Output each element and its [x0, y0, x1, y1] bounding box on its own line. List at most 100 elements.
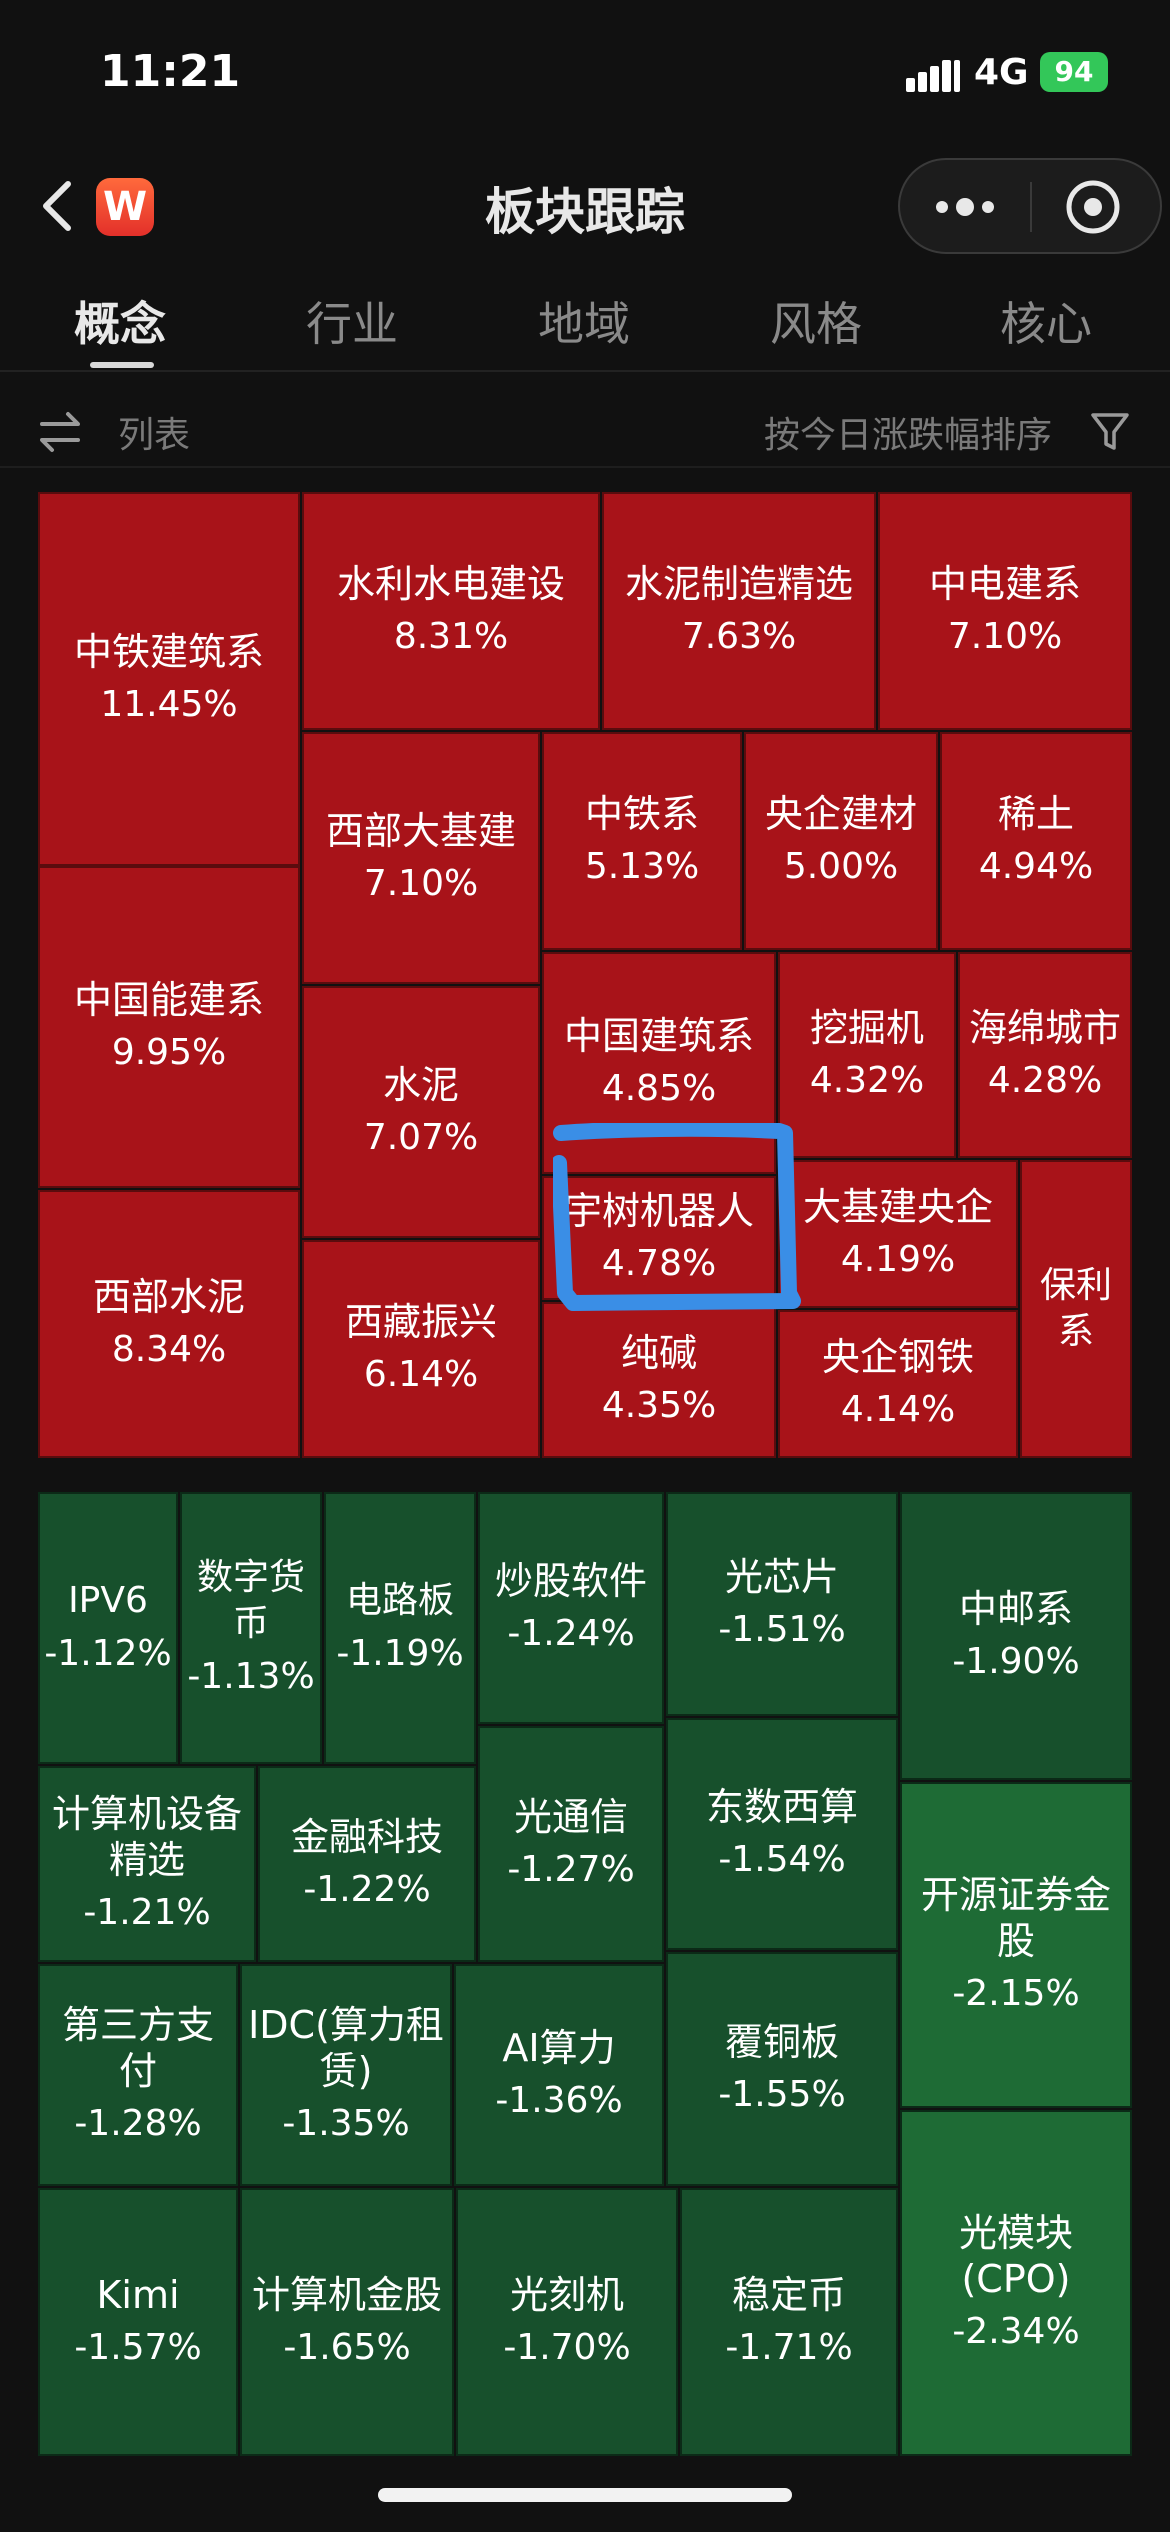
sector-name: 数字货币 [196, 1557, 305, 1644]
miniapp-capsule [898, 158, 1162, 254]
sector-name: 挖掘机 [809, 1006, 924, 1050]
sector-name: 计算机金股 [251, 2273, 442, 2317]
sector-change: -1.13% [187, 1656, 315, 1697]
sector-change: 4.28% [987, 1060, 1103, 1101]
sector-tile[interactable]: 海绵城市 4.28% [958, 952, 1132, 1158]
more-icon[interactable] [930, 192, 1000, 222]
sector-change: -1.24% [507, 1613, 635, 1654]
sector-change: 8.34% [111, 1329, 227, 1370]
sector-change: -1.65% [283, 2327, 411, 2368]
sector-change: -1.21% [83, 1892, 211, 1933]
sort-option[interactable]: 按今日涨跌幅排序 [764, 406, 1052, 458]
filter-icon[interactable] [1090, 410, 1130, 454]
sector-tile[interactable]: 东数西算 -1.54% [666, 1718, 898, 1950]
sector-tile-highlighted[interactable]: 宇树机器人 4.78% [542, 1176, 776, 1300]
tab-industry[interactable]: 行业 [306, 288, 398, 354]
sector-name: 光刻机 [509, 2273, 624, 2317]
sector-tile[interactable]: 纯碱 4.35% [542, 1302, 776, 1458]
sector-change: 7.07% [363, 1117, 479, 1158]
sector-tile[interactable]: 中国建筑系 4.85% [542, 952, 776, 1174]
close-miniapp-icon[interactable] [1064, 178, 1122, 236]
sector-tile[interactable]: 央企钢铁 4.14% [778, 1310, 1018, 1458]
sector-change: 11.45% [100, 684, 238, 725]
list-view-toggle[interactable]: 列表 [118, 406, 190, 458]
home-indicator[interactable] [378, 2488, 792, 2502]
sector-tile[interactable]: 西藏振兴 6.14% [302, 1240, 540, 1458]
sector-change: -1.51% [718, 1609, 846, 1650]
sector-tile[interactable]: Kimi -1.57% [38, 2188, 238, 2456]
sector-tile[interactable]: 光芯片 -1.51% [666, 1492, 898, 1716]
sector-name: 中国建筑系 [563, 1014, 754, 1058]
sector-tile[interactable]: 光模块(CPO) -2.34% [900, 2110, 1132, 2456]
sector-change: -1.90% [952, 1641, 1080, 1682]
sector-name: 开源证券金股 [920, 1873, 1111, 1963]
sector-name: 大基建央企 [802, 1185, 993, 1229]
tab-core[interactable]: 核心 [1000, 288, 1092, 354]
sector-tile[interactable]: 水泥制造精选 7.63% [602, 492, 876, 730]
sector-name: 东数西算 [705, 1785, 858, 1829]
sector-tile[interactable]: 中铁系 5.13% [542, 732, 742, 950]
tab-concept[interactable]: 概念 [74, 288, 166, 354]
sector-name: 第三方支付 [61, 2003, 214, 2093]
sector-change: -1.22% [303, 1869, 431, 1910]
sector-change: 4.85% [601, 1068, 717, 1109]
sector-name: 金融科技 [290, 1815, 443, 1859]
sector-name: 光模块(CPO) [958, 2211, 1073, 2301]
sector-change: 4.14% [840, 1389, 956, 1430]
sector-tile[interactable]: 中电建系 7.10% [878, 492, 1132, 730]
switch-view-icon[interactable] [38, 410, 82, 454]
tab-region[interactable]: 地域 [538, 288, 630, 354]
sector-tile[interactable]: 西部大基建 7.10% [302, 732, 540, 984]
sector-change: -1.71% [725, 2327, 853, 2368]
sector-tile[interactable]: 电路板 -1.19% [324, 1492, 476, 1764]
sector-tile[interactable]: 计算机设备精选 -1.21% [38, 1766, 256, 1962]
active-tab-indicator [90, 362, 154, 368]
sector-change: 4.94% [978, 846, 1094, 887]
sector-change: -2.15% [952, 1973, 1080, 2014]
sector-name: IDC(算力租赁) [248, 2003, 444, 2093]
sector-name: 水泥 [382, 1063, 459, 1107]
sector-tile[interactable]: 西部水泥 8.34% [38, 1190, 300, 1458]
sector-name: 保利系 [1039, 1265, 1112, 1352]
sector-tile[interactable]: 挖掘机 4.32% [778, 952, 956, 1158]
sector-tile[interactable]: 覆铜板 -1.55% [666, 1952, 898, 2186]
sector-tile[interactable]: IPV6 -1.12% [38, 1492, 178, 1764]
sector-tile[interactable]: 中邮系 -1.90% [900, 1492, 1132, 1780]
sector-change: -1.12% [44, 1633, 172, 1674]
sector-name: 中国能建系 [73, 978, 264, 1022]
sector-tile[interactable]: 保利系 [1020, 1160, 1132, 1458]
network-type: 4G [974, 52, 1029, 93]
sector-name: 炒股软件 [494, 1559, 647, 1603]
sector-tile[interactable]: AI算力 -1.36% [454, 1964, 664, 2186]
sector-tile[interactable]: IDC(算力租赁) -1.35% [240, 1964, 452, 2186]
sector-tile[interactable]: 第三方支付 -1.28% [38, 1964, 238, 2186]
sector-tile[interactable]: 稳定币 -1.71% [680, 2188, 898, 2456]
sector-tile[interactable]: 中铁建筑系 11.45% [38, 492, 300, 866]
status-time: 11:21 [100, 46, 241, 97]
sector-tile[interactable]: 计算机金股 -1.65% [240, 2188, 454, 2456]
sector-tile[interactable]: 金融科技 -1.22% [258, 1766, 476, 1962]
sector-tile[interactable]: 光通信 -1.27% [478, 1726, 664, 1962]
sector-name: 稀土 [997, 792, 1074, 836]
sector-change: 7.10% [363, 863, 479, 904]
tab-style[interactable]: 风格 [770, 288, 862, 354]
sector-tile[interactable]: 开源证券金股 -2.15% [900, 1782, 1132, 2108]
sector-tile[interactable]: 稀土 4.94% [940, 732, 1132, 950]
sector-name: 纯碱 [620, 1331, 697, 1375]
sector-tile[interactable]: 大基建央企 4.19% [778, 1160, 1018, 1308]
sector-tile[interactable]: 中国能建系 9.95% [38, 866, 300, 1188]
sector-change: -1.28% [74, 2103, 202, 2144]
sector-change: 4.32% [809, 1060, 925, 1101]
sector-name: 西藏振兴 [344, 1300, 497, 1344]
sector-tile[interactable]: 炒股软件 -1.24% [478, 1492, 664, 1724]
sector-change: 7.63% [681, 616, 797, 657]
battery-icon: 94 [1040, 52, 1108, 92]
sector-tile[interactable]: 央企建材 5.00% [744, 732, 938, 950]
sector-tile[interactable]: 数字货币 -1.13% [180, 1492, 322, 1764]
sector-tile[interactable]: 光刻机 -1.70% [456, 2188, 678, 2456]
sector-name: 西部大基建 [325, 809, 516, 853]
sector-tile[interactable]: 水利水电建设 8.31% [302, 492, 600, 730]
sector-tile[interactable]: 水泥 7.07% [302, 986, 540, 1238]
sector-name: 中电建系 [928, 562, 1081, 606]
sector-name: 计算机设备精选 [51, 1792, 242, 1882]
